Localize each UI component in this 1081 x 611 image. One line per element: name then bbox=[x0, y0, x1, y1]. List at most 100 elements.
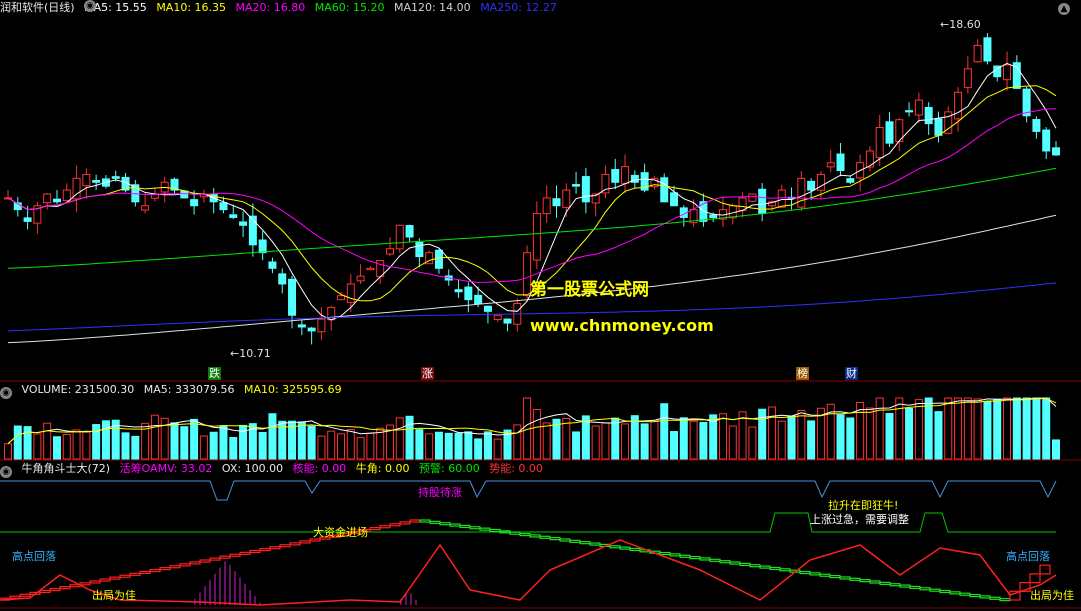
volume-bar bbox=[1052, 439, 1060, 460]
candle-body bbox=[503, 318, 512, 324]
candle-body bbox=[963, 68, 972, 88]
power-step bbox=[429, 520, 441, 524]
volume-bar bbox=[33, 433, 42, 460]
power-step bbox=[1029, 573, 1041, 584]
volume-bar bbox=[121, 432, 130, 460]
volume-bar bbox=[170, 422, 179, 460]
volume-bar bbox=[572, 431, 581, 460]
power-step bbox=[219, 555, 231, 559]
volume-bar bbox=[905, 407, 914, 460]
volume-bar bbox=[954, 397, 963, 460]
volume-bar bbox=[1042, 397, 1051, 460]
power-step bbox=[59, 586, 71, 590]
candle-body bbox=[621, 166, 630, 184]
candle-body bbox=[660, 177, 669, 203]
power-step bbox=[379, 525, 391, 529]
power-step bbox=[49, 587, 61, 592]
power-step bbox=[879, 581, 891, 585]
candle-body bbox=[454, 289, 463, 293]
candle-body bbox=[758, 188, 767, 215]
volume-bar bbox=[581, 415, 590, 460]
volume-bar bbox=[444, 432, 453, 460]
candle-body bbox=[670, 192, 679, 207]
volume-bar bbox=[983, 401, 992, 460]
power-step bbox=[989, 596, 1001, 600]
power-step bbox=[479, 527, 491, 531]
volume-bar bbox=[131, 435, 140, 460]
power-step bbox=[169, 565, 181, 569]
power-step bbox=[959, 592, 971, 596]
volume-bar bbox=[415, 429, 424, 460]
candle-body bbox=[483, 305, 492, 312]
candle-body bbox=[983, 37, 992, 62]
power-step bbox=[699, 557, 711, 561]
candle-body bbox=[405, 225, 414, 238]
power-step bbox=[139, 570, 151, 575]
volume-bar bbox=[327, 430, 336, 460]
power-step bbox=[819, 573, 831, 577]
volume-bar bbox=[366, 432, 375, 460]
candle-body bbox=[317, 318, 326, 333]
candle-body bbox=[278, 273, 287, 285]
candle-body bbox=[748, 193, 757, 202]
power-step bbox=[309, 538, 321, 542]
candle-body bbox=[288, 278, 297, 316]
candle-body bbox=[307, 327, 316, 332]
power-step bbox=[259, 547, 271, 552]
candle-body bbox=[954, 91, 963, 120]
power-step bbox=[799, 570, 811, 575]
power-step bbox=[939, 589, 951, 594]
power-step bbox=[519, 532, 531, 537]
power-step bbox=[619, 546, 631, 550]
candle-body bbox=[62, 189, 71, 202]
power-step bbox=[489, 528, 501, 533]
candle-body bbox=[395, 224, 404, 250]
oamv-line bbox=[0, 480, 1057, 501]
volume-bar bbox=[474, 438, 483, 460]
candle-body bbox=[532, 213, 541, 261]
volume-bar bbox=[229, 437, 238, 460]
volume-bar bbox=[4, 443, 12, 460]
power-step bbox=[1039, 564, 1051, 575]
candle-body bbox=[190, 199, 199, 207]
candle-body bbox=[875, 127, 884, 159]
candle-body bbox=[934, 118, 943, 136]
power-step bbox=[949, 591, 961, 595]
power-step bbox=[609, 545, 621, 549]
volume-bar bbox=[542, 422, 551, 460]
volume-bar bbox=[1003, 397, 1012, 460]
volume-bar bbox=[513, 424, 522, 460]
candle-body bbox=[346, 283, 355, 303]
volume-bar bbox=[885, 412, 894, 460]
candle-body bbox=[601, 173, 610, 194]
volume-bar bbox=[43, 422, 52, 460]
horn-line bbox=[0, 539, 1057, 606]
power-step bbox=[579, 541, 591, 545]
power-step bbox=[859, 579, 871, 583]
power-step bbox=[779, 568, 791, 572]
power-step bbox=[929, 588, 941, 592]
power-step bbox=[829, 574, 841, 579]
power-step bbox=[199, 559, 211, 563]
power-step bbox=[919, 587, 931, 591]
power-step bbox=[659, 551, 671, 556]
exit-right: 出局为佳 bbox=[1030, 589, 1074, 602]
volume-bar bbox=[1022, 397, 1031, 460]
candle-body bbox=[846, 178, 855, 183]
power-step bbox=[849, 577, 861, 581]
candle-body bbox=[52, 198, 61, 203]
chart-canvas[interactable] bbox=[0, 0, 1081, 611]
low-price-label: ←10.71 bbox=[230, 347, 271, 360]
volume-bar bbox=[52, 436, 61, 460]
volume-bar bbox=[23, 426, 32, 460]
candle-body bbox=[464, 286, 473, 301]
volume-bar bbox=[591, 425, 600, 460]
candle-body bbox=[905, 110, 914, 113]
power-step bbox=[249, 549, 261, 554]
power-step bbox=[89, 580, 101, 584]
power-step bbox=[899, 584, 911, 588]
power-step bbox=[539, 535, 551, 539]
power-step bbox=[439, 522, 451, 526]
power-step bbox=[809, 572, 821, 576]
volume-bar bbox=[395, 417, 404, 460]
